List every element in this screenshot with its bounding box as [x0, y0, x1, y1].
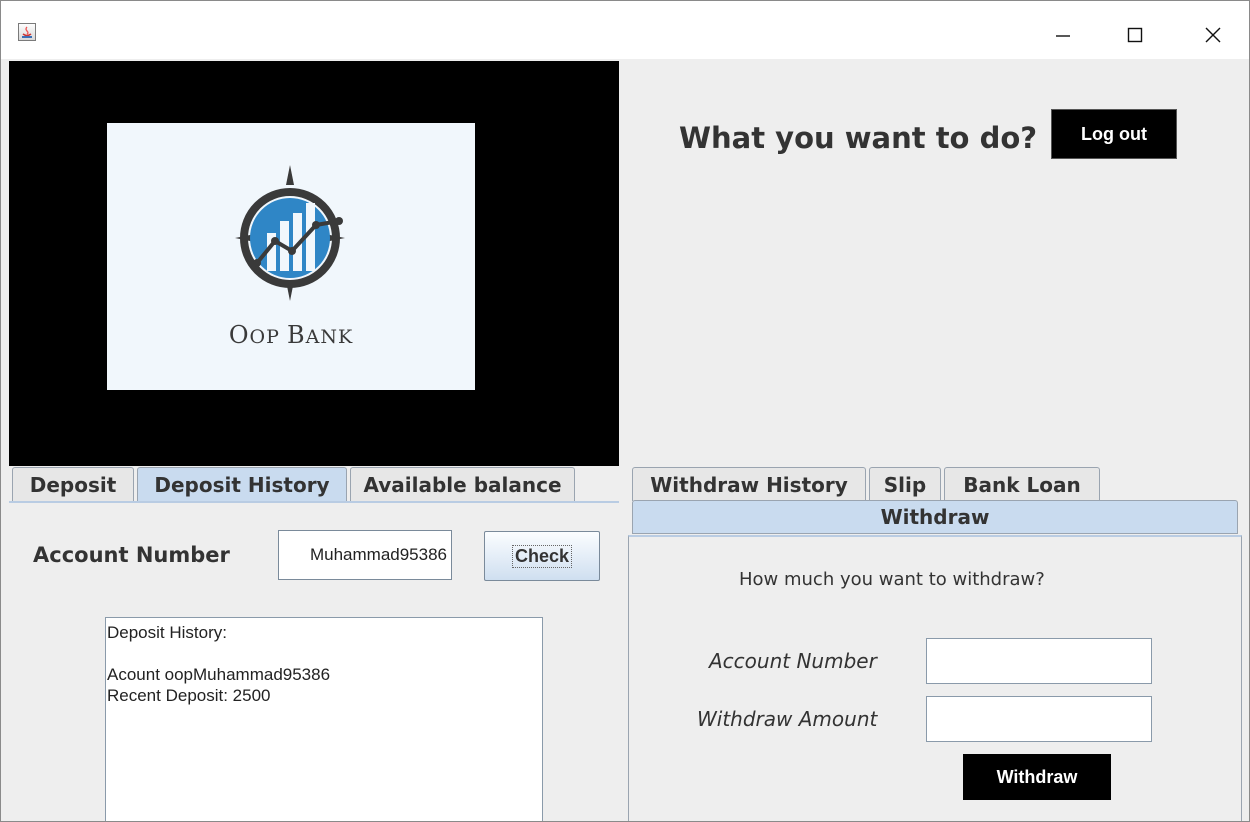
minimize-button[interactable]: [1035, 15, 1091, 55]
tab-withdraw-history[interactable]: Withdraw History: [632, 467, 866, 501]
logout-button[interactable]: Log out: [1051, 109, 1177, 159]
history-line: [107, 643, 541, 664]
left-pane: OOP BANK Deposit Deposit History Availab…: [9, 61, 619, 821]
withdraw-account-label: Account Number: [709, 649, 877, 673]
logo-area: OOP BANK: [9, 61, 619, 466]
app-window: OOP BANK Deposit Deposit History Availab…: [0, 0, 1250, 822]
right-tab-strip: Withdraw History Slip Bank Loan: [621, 467, 1249, 501]
tab-bank-loan[interactable]: Bank Loan: [944, 467, 1100, 501]
main-question-heading: What you want to do?: [679, 121, 1038, 155]
left-tab-strip: Deposit Deposit History Available balanc…: [9, 467, 619, 501]
tab-withdraw[interactable]: Withdraw: [632, 500, 1238, 534]
close-button[interactable]: [1185, 15, 1241, 55]
deposit-history-panel: Account Number Muhammad95386 Check Depos…: [9, 501, 619, 821]
maximize-icon: [1127, 27, 1143, 43]
minimize-icon: [1056, 35, 1070, 37]
history-line: Recent Deposit: 2500: [107, 686, 271, 705]
bank-logo: OOP BANK: [107, 123, 475, 390]
right-pane: What you want to do? Log out Withdraw Hi…: [621, 61, 1249, 821]
tab-available-balance[interactable]: Available balance: [350, 467, 575, 501]
account-number-label: Account Number: [33, 543, 230, 567]
history-line: Deposit History:: [107, 623, 227, 642]
java-app-icon[interactable]: [18, 23, 36, 41]
account-number-input[interactable]: Muhammad95386: [278, 530, 452, 580]
deposit-history-textarea[interactable]: Deposit History: Acount oopMuhammad95386…: [105, 617, 543, 821]
compass-chart-logo-icon: [235, 165, 345, 301]
check-button[interactable]: Check: [484, 531, 600, 581]
withdraw-amount-input[interactable]: [926, 696, 1152, 742]
withdraw-button[interactable]: Withdraw: [963, 754, 1111, 800]
withdraw-account-input[interactable]: [926, 638, 1152, 684]
logo-text: OOP BANK: [228, 321, 354, 349]
tab-slip[interactable]: Slip: [869, 467, 941, 501]
maximize-button[interactable]: [1107, 15, 1163, 55]
title-bar[interactable]: [1, 1, 1249, 59]
tab-deposit[interactable]: Deposit: [12, 467, 134, 501]
withdraw-panel: How much you want to withdraw? Account N…: [628, 535, 1242, 821]
close-icon: [1205, 27, 1221, 43]
withdraw-amount-label: Withdraw Amount: [697, 707, 878, 731]
tab-deposit-history[interactable]: Deposit History: [137, 467, 347, 501]
history-line: Acount oopMuhammad95386: [107, 665, 331, 684]
withdraw-question: How much you want to withdraw?: [739, 569, 1045, 590]
